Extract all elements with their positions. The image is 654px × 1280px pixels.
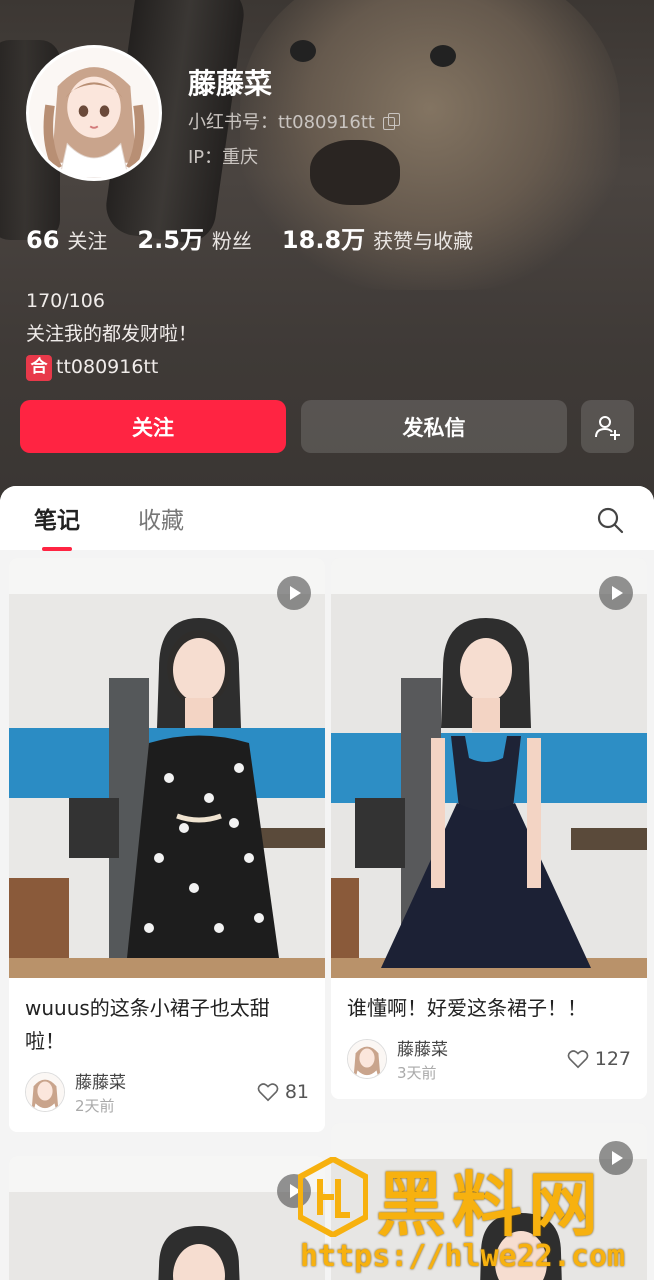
tab-collections[interactable]: 收藏: [138, 501, 184, 535]
note-cover-photo: [9, 558, 325, 978]
message-button[interactable]: 发私信: [301, 400, 567, 453]
note-footer: 藤藤菜 3天前 127: [331, 1025, 647, 1099]
author-avatar-image: [348, 1040, 386, 1078]
background-photo-detail: [430, 45, 456, 67]
stat-number: 18.8万: [281, 226, 366, 254]
stat-likes-collects[interactable]: 18.8万 获赞与收藏: [282, 220, 473, 255]
stat-label: 获赞与收藏: [373, 229, 474, 253]
play-icon: [599, 1141, 633, 1175]
background-photo-detail: [290, 40, 316, 62]
play-icon: [277, 576, 311, 610]
bio-line: 合 tt080916tt: [26, 351, 197, 384]
note-cover: [9, 1156, 325, 1280]
like-count: 81: [284, 1081, 309, 1103]
author-info: 藤藤菜 3天前: [397, 1035, 448, 1083]
note-cover-photo: [331, 558, 647, 978]
author-info: 藤藤菜 2天前: [75, 1068, 126, 1116]
stat-number: 2.5万: [137, 226, 204, 254]
note-cover: [9, 558, 325, 978]
note-title: wuuus的这条小裙子也太甜啦！: [25, 996, 270, 1053]
copy-icon[interactable]: [382, 113, 400, 130]
like-button[interactable]: 127: [567, 1048, 631, 1070]
note-card[interactable]: wuuus的这条小裙子也太甜啦！ 藤藤菜 2天前 81: [9, 558, 325, 1132]
account-id: 小红书号：tt080916tt: [188, 112, 375, 133]
profile-avatar[interactable]: [26, 45, 162, 181]
like-button[interactable]: 81: [257, 1081, 309, 1103]
combine-tag-icon: 合: [26, 354, 52, 381]
search-icon[interactable]: [596, 506, 624, 534]
ip-location: IP：重庆: [188, 147, 259, 168]
bio-line: 关注我的都发财啦！: [26, 323, 198, 345]
account-id-row[interactable]: 小红书号：tt080916tt: [188, 108, 400, 134]
play-icon: [599, 576, 633, 610]
note-card[interactable]: [9, 1156, 325, 1280]
author-avatar[interactable]: [25, 1072, 65, 1112]
bio-line: 170/106: [26, 290, 105, 312]
note-footer: 藤藤菜 2天前 81: [9, 1058, 325, 1132]
add-friend-icon: [594, 415, 620, 440]
profile-bio: 170/106 关注我的都发财啦！ 合 tt080916tt: [26, 285, 197, 384]
profile-header: 藤藤菜 小红书号：tt080916tt IP：重庆 66 关注 2.5万 粉丝 …: [0, 0, 654, 500]
post-time: 3天前: [397, 1064, 437, 1082]
heart-icon: [257, 1083, 279, 1102]
background-photo-detail: [310, 140, 400, 205]
author-name[interactable]: 藤藤菜: [397, 1035, 448, 1060]
stat-following[interactable]: 66 关注: [26, 225, 107, 254]
profile-tabs: 笔记 收藏: [0, 486, 654, 551]
like-count: 127: [594, 1048, 631, 1070]
author-name[interactable]: 藤藤菜: [75, 1068, 126, 1093]
stat-label: 粉丝: [211, 229, 252, 253]
bio-contact-id: tt080916tt: [56, 356, 159, 378]
stat-number: 66: [26, 226, 60, 254]
author-avatar[interactable]: [347, 1039, 387, 1079]
author-avatar-image: [26, 1073, 64, 1111]
follow-button[interactable]: 关注: [20, 400, 286, 453]
add-friend-button[interactable]: [581, 400, 634, 453]
note-cover-photo: [9, 1156, 325, 1280]
profile-stats: 66 关注 2.5万 粉丝 18.8万 获赞与收藏: [26, 220, 473, 255]
tab-notes[interactable]: 笔记: [34, 501, 80, 551]
note-card[interactable]: [331, 1123, 647, 1280]
stat-label: 关注: [67, 229, 108, 253]
content-panel: 笔记 收藏 wuuus的这条小裙子也太甜啦！ 藤藤菜 2天前 81 谁懂啊！好爱…: [0, 486, 654, 1280]
note-cover: [331, 558, 647, 978]
play-icon: [277, 1174, 311, 1208]
anime-girl-avatar-image: [29, 48, 159, 178]
post-time: 2天前: [75, 1097, 115, 1115]
note-card[interactable]: 谁懂啊！好爱这条裙子！！ 藤藤菜 3天前 127: [331, 558, 647, 1099]
note-cover-photo: [331, 1123, 647, 1280]
note-title: 谁懂啊！好爱这条裙子！！: [347, 996, 587, 1020]
heart-icon: [567, 1050, 589, 1069]
profile-nickname: 藤藤菜: [188, 67, 273, 100]
stat-followers[interactable]: 2.5万 粉丝: [137, 220, 252, 255]
note-cover: [331, 1123, 647, 1280]
